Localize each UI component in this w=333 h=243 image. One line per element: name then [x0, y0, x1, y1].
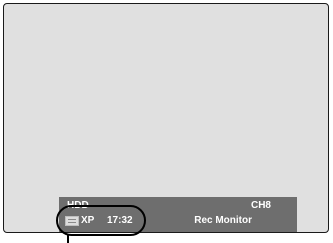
channel-label: CH8: [250, 200, 271, 211]
rec-monitor-label: Rec Monitor: [194, 215, 252, 226]
tv-screen: HDD CH8 XP 17:32 Rec Monitor: [3, 3, 329, 233]
callout-leader-line: [67, 235, 69, 243]
callout-oval: [56, 205, 146, 236]
